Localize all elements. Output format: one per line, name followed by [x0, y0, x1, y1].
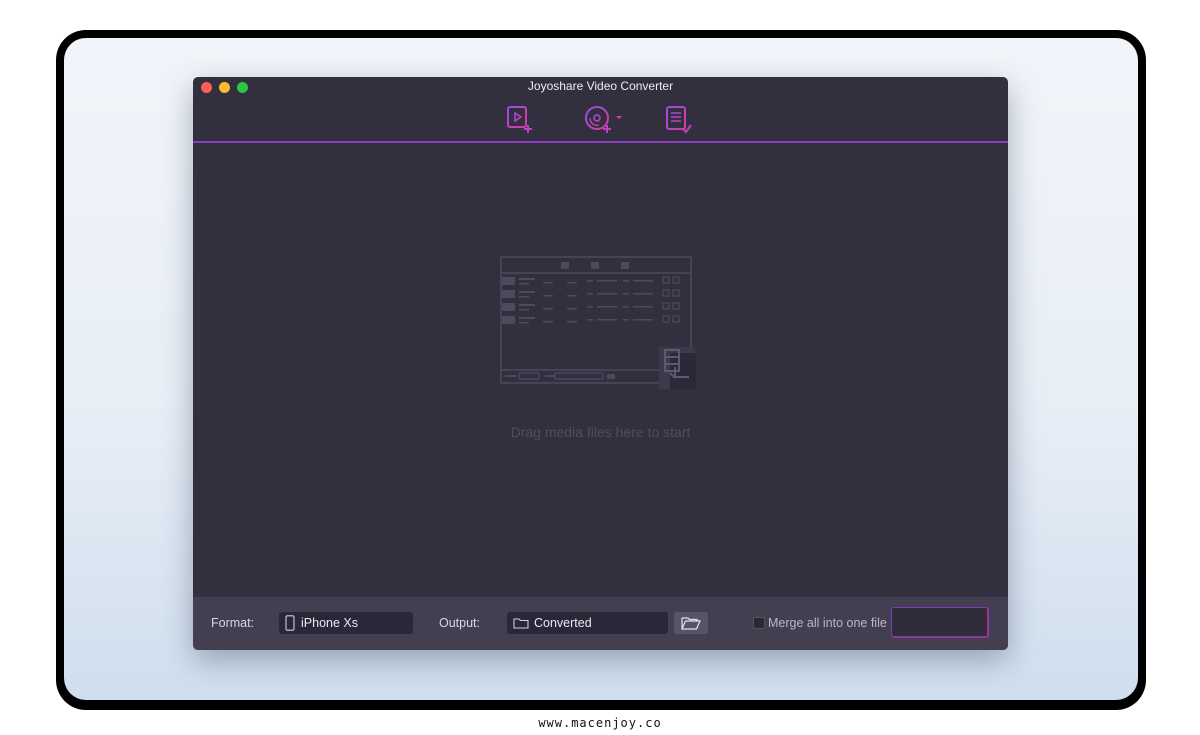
- drop-hint-text: Drag media files here to start: [510, 424, 691, 440]
- drag-files-illustration-icon: [500, 256, 696, 389]
- output-value: Converted: [534, 616, 592, 630]
- title-bar: Joyoshare Video Converter: [193, 77, 1008, 97]
- browse-output-button[interactable]: [674, 612, 708, 634]
- convert-button[interactable]: [891, 607, 989, 638]
- merge-label: Merge all into one file: [768, 616, 887, 630]
- converted-history-button[interactable]: [664, 105, 694, 135]
- task-list-check-icon: [666, 106, 692, 134]
- output-folder-field[interactable]: Converted: [507, 612, 668, 634]
- add-media-icon: [507, 106, 532, 133]
- merge-checkbox[interactable]: [753, 617, 765, 629]
- bottom-bar: Format: iPhone Xs Output: Converted Merg…: [193, 597, 1008, 650]
- format-value: iPhone Xs: [301, 616, 358, 630]
- app-window: Joyoshare Video Converter Drag media fil…: [193, 77, 1008, 650]
- add-files-button[interactable]: [505, 105, 535, 135]
- dvd-plus-icon: [585, 106, 622, 133]
- output-label: Output:: [439, 616, 480, 630]
- format-label: Format:: [211, 616, 255, 630]
- phone-icon: [285, 615, 295, 631]
- load-dvd-button[interactable]: [583, 105, 627, 135]
- toolbar: [193, 97, 1008, 141]
- folder-icon: [513, 618, 529, 629]
- site-caption: www.macenjoy.co: [538, 716, 662, 730]
- file-drop-area[interactable]: Drag media files here to start: [193, 143, 1008, 597]
- format-selector[interactable]: iPhone Xs: [279, 612, 413, 634]
- window-title: Joyoshare Video Converter: [527, 79, 674, 93]
- open-folder-icon: [681, 617, 701, 630]
